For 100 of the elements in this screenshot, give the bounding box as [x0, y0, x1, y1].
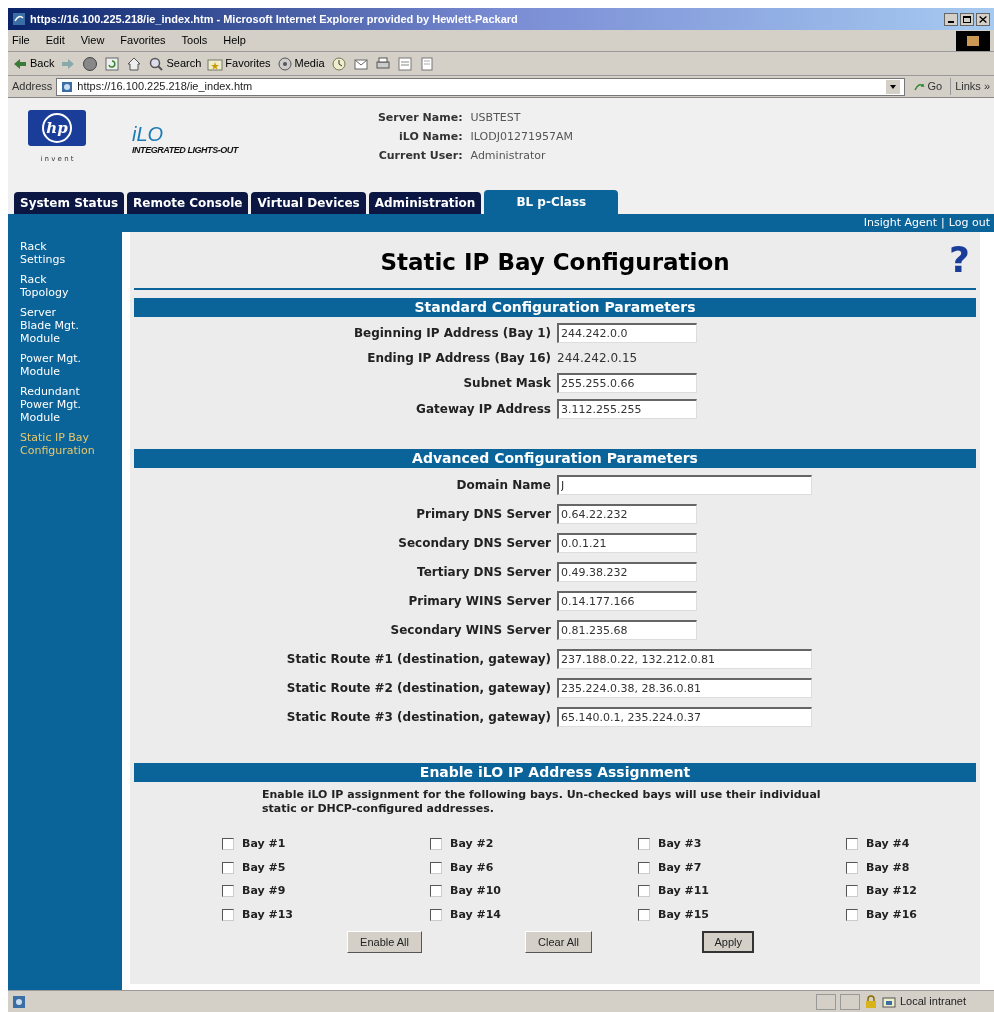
checkbox[interactable] [430, 861, 442, 874]
checkbox[interactable] [846, 908, 858, 921]
page-title: Static IP Bay Configuration [379, 247, 731, 277]
printer-icon[interactable] [374, 55, 391, 72]
refresh-icon[interactable] [104, 55, 121, 72]
section-header: Advanced Configuration Parameters [134, 449, 976, 468]
page-icon [61, 80, 74, 93]
sidebar-item[interactable]: Power Mgt. Module [20, 352, 86, 378]
sidebar-item[interactable]: Server Blade Mgt. Module [20, 306, 86, 345]
checkbox-label: Bay #15 [658, 906, 709, 923]
field-label: Static Route #2 (destination, gateway) [285, 680, 551, 697]
checkbox[interactable] [846, 885, 858, 898]
toolbar-button[interactable]: Back [12, 55, 55, 72]
checkbox-label: Bay #7 [658, 859, 702, 876]
input-field[interactable]: 0.49.38.232 [557, 562, 697, 582]
stop-icon[interactable] [82, 55, 99, 72]
input-field[interactable]: 0.14.177.166 [557, 591, 697, 611]
checkbox-label: Bay #4 [866, 836, 910, 852]
checkbox[interactable] [638, 885, 650, 898]
nav-tab[interactable]: Virtual Devices [251, 192, 366, 214]
header-link[interactable]: Log out [948, 214, 990, 232]
field-value: 244.242.0.15 [557, 350, 638, 367]
menu-item[interactable]: Tools [181, 32, 208, 49]
checkbox[interactable] [222, 885, 234, 898]
input-field[interactable]: 0.0.1.21 [557, 533, 697, 553]
sidebar-item[interactable]: Redundant Power Mgt. Module [20, 385, 86, 424]
action-button[interactable]: Enable All [347, 931, 422, 953]
input-field[interactable]: 237.188.0.22, 132.212.0.81 [557, 649, 812, 669]
checkbox-label: Bay #12 [866, 883, 917, 899]
browser-icon [12, 12, 26, 26]
history-icon[interactable] [330, 55, 347, 72]
menu-item[interactable]: File [12, 32, 30, 49]
field-label: Tertiary DNS Server [416, 564, 551, 581]
checkbox-label: Bay #2 [450, 836, 494, 852]
checkbox[interactable] [846, 838, 858, 851]
sidebar-item[interactable]: Rack Topology [20, 273, 86, 299]
nav-tab[interactable]: Remote Console [127, 192, 249, 214]
action-button[interactable]: Apply [702, 931, 754, 953]
minimize-icon[interactable] [944, 12, 958, 26]
close-icon[interactable] [976, 12, 990, 26]
nav-tab[interactable]: BL p-Class [484, 190, 619, 214]
product-subtitle: INTEGRATED LIGHTS-OUT [132, 144, 238, 157]
field-label: Primary WINS Server [407, 593, 551, 610]
media-icon [276, 55, 293, 72]
nav-tab[interactable]: Administration [368, 192, 482, 214]
go-button[interactable]: Go [909, 78, 947, 95]
checkbox[interactable] [430, 908, 442, 921]
links-button[interactable]: Links » [950, 78, 990, 95]
toolbar-button[interactable]: Media [276, 55, 325, 72]
nav-tab[interactable]: System Status [14, 192, 125, 214]
header-link[interactable]: Insight Agent [863, 214, 938, 232]
toolbar-button[interactable]: Search [148, 55, 202, 72]
sidebar-item[interactable]: Static IP Bay Configuration [20, 431, 95, 457]
info-value: USBTEST [470, 110, 522, 126]
input-field[interactable]: J [557, 475, 812, 495]
section-header: Enable iLO IP Address Assignment [134, 763, 976, 782]
input-field[interactable]: 0.64.22.232 [557, 504, 697, 524]
maximize-icon[interactable] [960, 12, 974, 26]
checkbox[interactable] [430, 838, 442, 851]
sidebar-item[interactable]: Rack Settings [20, 240, 86, 266]
field-label: Gateway IP Address [415, 401, 551, 418]
checkbox[interactable] [222, 908, 234, 921]
field-label: Ending IP Address (Bay 16) [366, 350, 551, 367]
checkbox[interactable] [430, 885, 442, 898]
toolbar-button[interactable]: Favorites [207, 55, 271, 72]
input-field[interactable]: 3.112.255.255 [557, 399, 697, 419]
checkbox-label: Bay #6 [450, 859, 494, 876]
checkbox[interactable] [638, 838, 650, 851]
status-pane [816, 993, 836, 1010]
menu-item[interactable]: Help [223, 32, 246, 49]
menu-item[interactable]: Edit [45, 32, 65, 49]
windows-logo-icon [956, 30, 990, 51]
checkbox[interactable] [638, 861, 650, 874]
intranet-icon [882, 994, 896, 1009]
info-value: ILODJ01271957AM [470, 129, 573, 145]
menu-item[interactable]: View [80, 32, 105, 49]
product-name: iLO [132, 124, 165, 144]
link-separator: | [941, 214, 945, 231]
checkbox-label: Bay #8 [866, 859, 910, 876]
input-field[interactable]: 244.242.0.0 [557, 323, 697, 343]
input-field[interactable]: 235.224.0.38, 28.36.0.81 [557, 678, 812, 698]
field-label: Primary DNS Server [415, 506, 551, 523]
input-field[interactable]: 65.140.0.1, 235.224.0.37 [557, 707, 812, 727]
input-field[interactable]: 0.81.235.68 [557, 620, 697, 640]
lock-icon [864, 994, 878, 1009]
field-label: Static Route #3 (destination, gateway) [285, 709, 551, 726]
search-icon [148, 55, 165, 72]
help-icon[interactable]: ? [936, 241, 976, 279]
checkbox[interactable] [222, 861, 234, 874]
input-field[interactable]: 255.255.0.66 [557, 373, 697, 393]
menu-item[interactable]: Favorites [120, 32, 166, 49]
home-icon[interactable] [126, 55, 143, 72]
checkbox[interactable] [846, 861, 858, 874]
checkbox-label: Bay #1 [242, 836, 286, 852]
checkbox[interactable] [222, 838, 234, 851]
address-field[interactable]: https://16.100.225.218/ie_index.htm [56, 77, 906, 96]
field-label: Static Route #1 (destination, gateway) [285, 651, 551, 668]
checkbox[interactable] [638, 908, 650, 921]
checkbox-label: Bay #11 [658, 883, 709, 899]
action-button[interactable]: Clear All [525, 931, 592, 953]
